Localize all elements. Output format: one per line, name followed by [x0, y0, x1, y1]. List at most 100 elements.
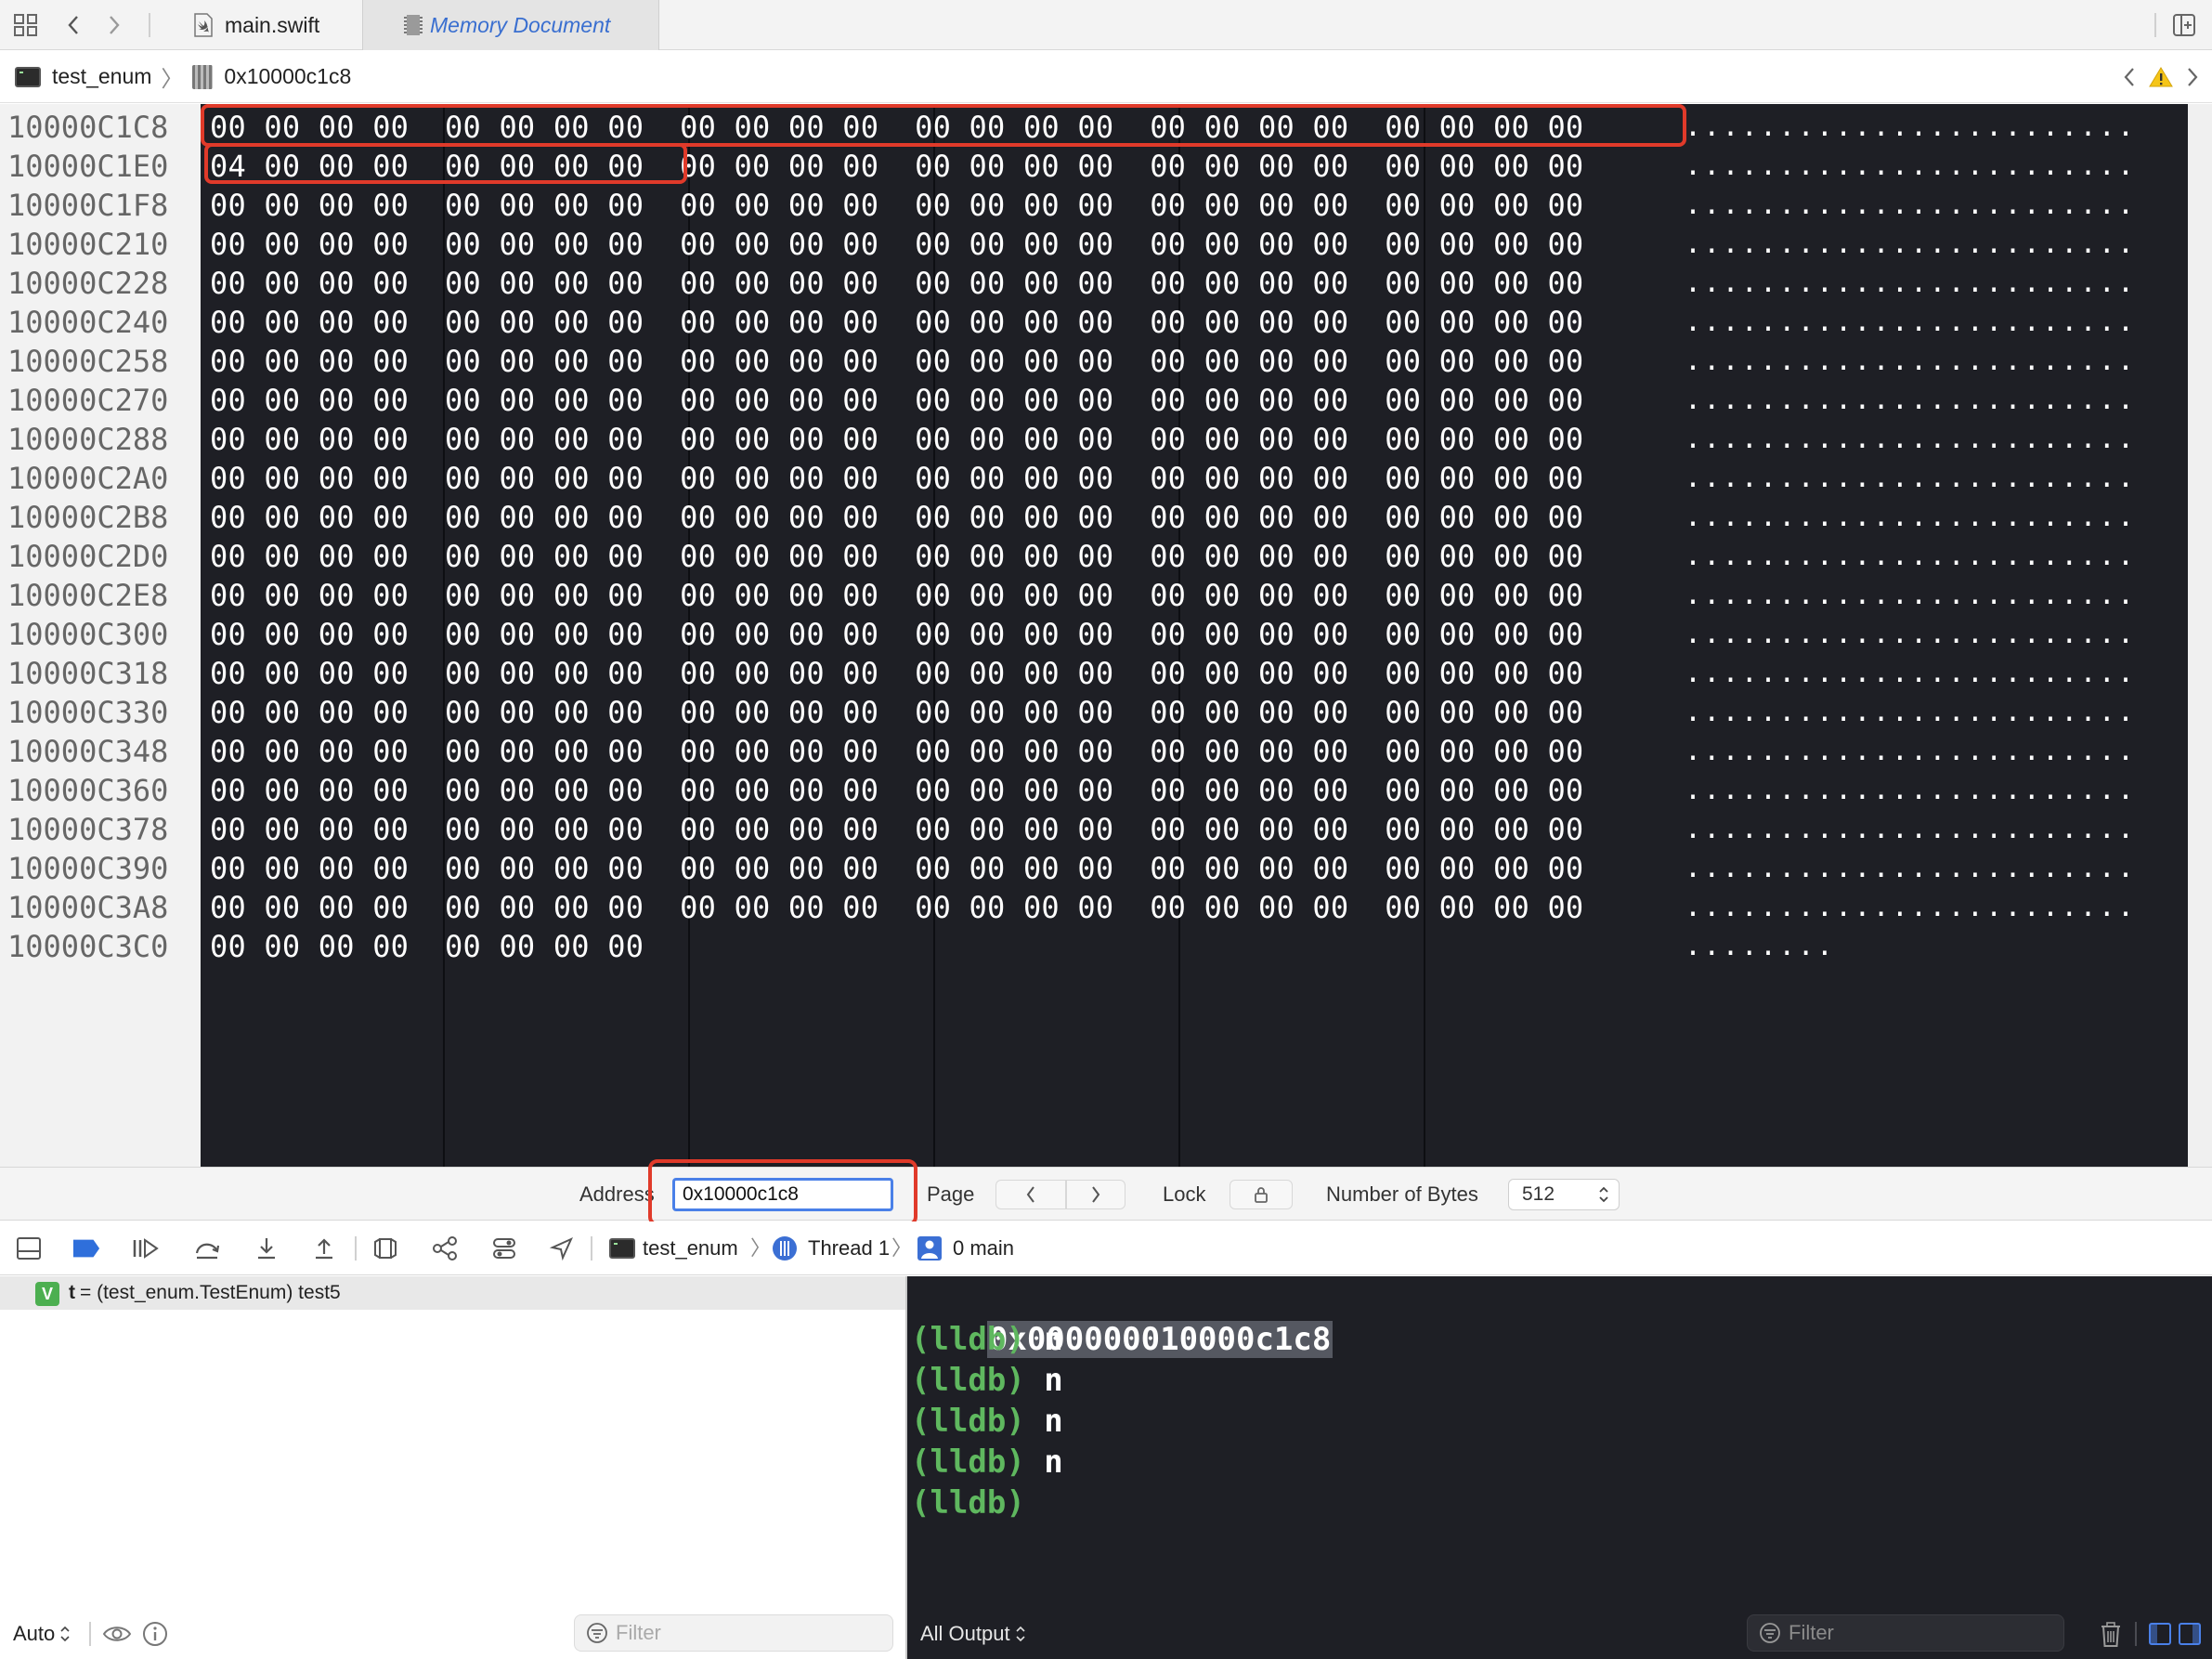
add-editor-icon[interactable]: [2169, 11, 2199, 39]
row-ascii[interactable]: ........................: [1685, 303, 2136, 342]
memory-row[interactable]: 10000C3A8 00 00 00 00 00 00 00 00 00 00 0…: [0, 888, 2212, 927]
page-previous-button[interactable]: [995, 1180, 1066, 1209]
memory-row[interactable]: 10000C330 00 00 00 00 00 00 00 00 00 00 0…: [0, 693, 2212, 732]
memory-row[interactable]: 10000C300 00 00 00 00 00 00 00 00 00 00 0…: [0, 615, 2212, 654]
memory-row[interactable]: 10000C3C0 00 00 00 00 00 00 00 00........: [0, 927, 2212, 966]
warning-icon[interactable]: [2149, 66, 2173, 88]
console-filter-field[interactable]: Filter: [1747, 1614, 2064, 1652]
tab-main-swift[interactable]: main.swift: [178, 0, 360, 50]
row-ascii[interactable]: ........................: [1685, 147, 2136, 186]
next-issue-icon[interactable]: [2186, 66, 2199, 88]
hide-debug-area-icon[interactable]: [15, 1234, 43, 1262]
output-mode-popup[interactable]: All Output: [920, 1609, 1025, 1659]
row-ascii[interactable]: ........................: [1685, 225, 2136, 264]
page-next-button[interactable]: [1066, 1180, 1126, 1209]
row-hex-bytes[interactable]: 00 00 00 00 00 00 00 00 00 00 00 00 00 0…: [210, 459, 1583, 498]
row-ascii[interactable]: ........................: [1685, 771, 2136, 810]
row-hex-bytes[interactable]: 00 00 00 00 00 00 00 00 00 00 00 00 00 0…: [210, 225, 1583, 264]
memory-row[interactable]: 10000C240 00 00 00 00 00 00 00 00 00 00 0…: [0, 303, 2212, 342]
row-ascii[interactable]: ........................: [1685, 849, 2136, 888]
variable-row[interactable]: V t = (test_enum.TestEnum) test5: [0, 1276, 905, 1310]
row-hex-bytes[interactable]: 00 00 00 00 00 00 00 00 00 00 00 00 00 0…: [210, 810, 1583, 849]
number-of-bytes-select[interactable]: 512: [1508, 1179, 1620, 1210]
row-hex-bytes[interactable]: 00 00 00 00 00 00 00 00 00 00 00 00 00 0…: [210, 576, 1583, 615]
row-ascii[interactable]: ........................: [1685, 264, 2136, 303]
memory-view[interactable]: 10000C1C8 00 00 00 00 00 00 00 00 00 00 0…: [0, 104, 2212, 1167]
row-hex-bytes[interactable]: 00 00 00 00 00 00 00 00 00 00 00 00 00 0…: [210, 420, 1583, 459]
row-hex-bytes[interactable]: 00 00 00 00 00 00 00 00 00 00 00 00 00 0…: [210, 186, 1583, 225]
scope-popup[interactable]: Auto: [13, 1609, 70, 1659]
row-ascii[interactable]: ........................: [1685, 537, 2136, 576]
row-ascii[interactable]: ........: [1685, 927, 1835, 966]
previous-issue-icon[interactable]: [2123, 66, 2136, 88]
breadcrumb-address[interactable]: 0x10000c1c8: [224, 64, 351, 89]
memory-row[interactable]: 10000C2A0 00 00 00 00 00 00 00 00 00 00 0…: [0, 459, 2212, 498]
row-ascii[interactable]: ........................: [1685, 888, 2136, 927]
console-view[interactable]: 0x000000010000c1c8 (lldb) n (lldb) n (lldb…: [907, 1276, 2212, 1659]
row-hex-bytes[interactable]: 00 00 00 00 00 00 00 00 00 00 00 00 00 0…: [210, 771, 1583, 810]
row-hex-bytes[interactable]: 00 00 00 00 00 00 00 00 00 00 00 00 00 0…: [210, 537, 1583, 576]
memory-row[interactable]: 10000C2D0 00 00 00 00 00 00 00 00 00 00 0…: [0, 537, 2212, 576]
variables-filter-field[interactable]: Filter: [574, 1614, 893, 1652]
memory-row[interactable]: 10000C318 00 00 00 00 00 00 00 00 00 00 0…: [0, 654, 2212, 693]
row-ascii[interactable]: ........................: [1685, 420, 2136, 459]
process-name[interactable]: test_enum: [643, 1221, 738, 1275]
row-hex-bytes[interactable]: 00 00 00 00 00 00 00 00 00 00 00 00 00 0…: [210, 888, 1583, 927]
lock-button[interactable]: [1230, 1180, 1293, 1209]
row-ascii[interactable]: ........................: [1685, 732, 2136, 771]
eye-icon[interactable]: [102, 1620, 132, 1648]
step-over-icon[interactable]: [193, 1234, 221, 1262]
breadcrumb-target[interactable]: test_enum: [52, 64, 151, 89]
info-icon[interactable]: [141, 1620, 169, 1648]
memory-graph-icon[interactable]: [431, 1234, 459, 1262]
row-hex-bytes[interactable]: 00 00 00 00 00 00 00 00 00 00 00 00 00 0…: [210, 381, 1583, 420]
environment-overrides-icon[interactable]: [490, 1234, 518, 1262]
back-arrow-icon[interactable]: [61, 11, 85, 39]
memory-row[interactable]: 10000C390 00 00 00 00 00 00 00 00 00 00 0…: [0, 849, 2212, 888]
row-hex-bytes[interactable]: 00 00 00 00 00 00 00 00 00 00 00 00 00 0…: [210, 654, 1583, 693]
row-hex-bytes[interactable]: 00 00 00 00 00 00 00 00 00 00 00 00 00 0…: [210, 693, 1583, 732]
row-ascii[interactable]: ........................: [1685, 342, 2136, 381]
row-hex-bytes[interactable]: 00 00 00 00 00 00 00 00 00 00 00 00 00 0…: [210, 303, 1583, 342]
memory-row[interactable]: 10000C288 00 00 00 00 00 00 00 00 00 00 0…: [0, 420, 2212, 459]
row-hex-bytes[interactable]: 00 00 00 00 00 00 00 00 00 00 00 00 00 0…: [210, 498, 1583, 537]
memory-row[interactable]: 10000C1F8 00 00 00 00 00 00 00 00 00 00 0…: [0, 186, 2212, 225]
grid-icon[interactable]: [11, 11, 41, 39]
row-ascii[interactable]: ........................: [1685, 810, 2136, 849]
row-hex-bytes[interactable]: 00 00 00 00 00 00 00 00: [210, 927, 644, 966]
row-ascii[interactable]: ........................: [1685, 108, 2136, 147]
memory-row[interactable]: 10000C2E8 00 00 00 00 00 00 00 00 00 00 0…: [0, 576, 2212, 615]
memory-row[interactable]: 10000C2B8 00 00 00 00 00 00 00 00 00 00 0…: [0, 498, 2212, 537]
show-console-icon[interactable]: [2178, 1622, 2202, 1646]
row-ascii[interactable]: ........................: [1685, 576, 2136, 615]
row-ascii[interactable]: ........................: [1685, 654, 2136, 693]
breakpoints-icon[interactable]: [72, 1234, 100, 1262]
row-hex-bytes[interactable]: 00 00 00 00 00 00 00 00 00 00 00 00 00 0…: [210, 849, 1583, 888]
memory-row[interactable]: 10000C228 00 00 00 00 00 00 00 00 00 00 0…: [0, 264, 2212, 303]
simulate-location-icon[interactable]: [548, 1234, 576, 1262]
row-hex-bytes[interactable]: 00 00 00 00 00 00 00 00 00 00 00 00 00 0…: [210, 264, 1583, 303]
frame-name[interactable]: 0 main: [953, 1221, 1014, 1275]
memory-row[interactable]: 10000C210 00 00 00 00 00 00 00 00 00 00 0…: [0, 225, 2212, 264]
memory-row[interactable]: 10000C348 00 00 00 00 00 00 00 00 00 00 0…: [0, 732, 2212, 771]
memory-row[interactable]: 10000C378 00 00 00 00 00 00 00 00 00 00 0…: [0, 810, 2212, 849]
step-out-icon[interactable]: [310, 1234, 338, 1262]
memory-row[interactable]: 10000C270 00 00 00 00 00 00 00 00 00 00 0…: [0, 381, 2212, 420]
row-ascii[interactable]: ........................: [1685, 693, 2136, 732]
row-hex-bytes[interactable]: 00 00 00 00 00 00 00 00 00 00 00 00 00 0…: [210, 732, 1583, 771]
variables-view[interactable]: V t = (test_enum.TestEnum) test5 Auto Fi…: [0, 1276, 905, 1659]
row-ascii[interactable]: ........................: [1685, 381, 2136, 420]
view-debugger-icon[interactable]: [371, 1234, 399, 1262]
memory-row[interactable]: 10000C360 00 00 00 00 00 00 00 00 00 00 0…: [0, 771, 2212, 810]
step-into-icon[interactable]: [253, 1234, 280, 1262]
row-hex-bytes[interactable]: 00 00 00 00 00 00 00 00 00 00 00 00 00 0…: [210, 342, 1583, 381]
row-ascii[interactable]: ........................: [1685, 498, 2136, 537]
row-ascii[interactable]: ........................: [1685, 459, 2136, 498]
forward-arrow-icon[interactable]: [102, 11, 126, 39]
tab-memory-document[interactable]: Memory Document: [362, 0, 659, 50]
row-hex-bytes[interactable]: 00 00 00 00 00 00 00 00 00 00 00 00 00 0…: [210, 615, 1583, 654]
memory-row[interactable]: 10000C258 00 00 00 00 00 00 00 00 00 00 0…: [0, 342, 2212, 381]
trash-icon[interactable]: [2100, 1622, 2122, 1648]
show-variables-icon[interactable]: [2148, 1622, 2172, 1646]
thread-name[interactable]: Thread 1: [808, 1221, 890, 1275]
